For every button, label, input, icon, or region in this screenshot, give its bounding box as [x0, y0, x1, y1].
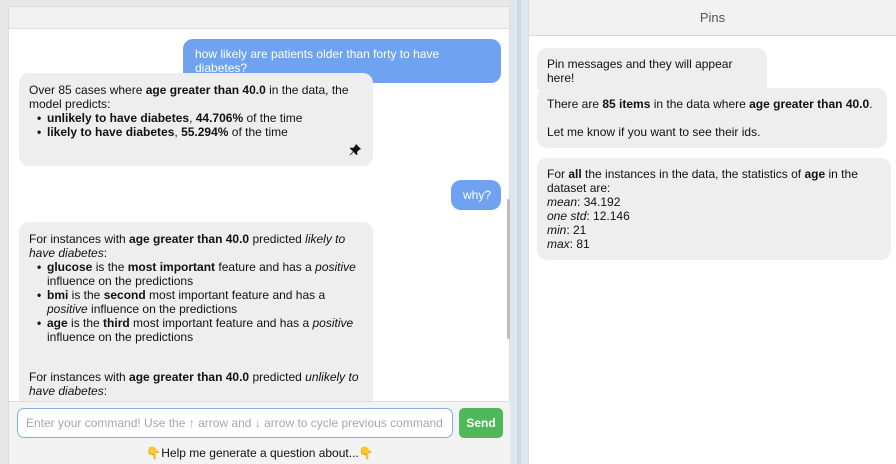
text-segment: age	[804, 167, 826, 181]
text-segment: .	[869, 97, 873, 111]
text-segment: age greater than 40.0	[749, 97, 870, 111]
text-segment: 55.294%	[181, 125, 229, 139]
text-segment: influence on the predictions	[87, 302, 238, 316]
user-message-text: how likely are patients older than forty…	[195, 47, 440, 75]
pin-card-text: Let me know if you want to see their ids…	[547, 125, 761, 139]
list-item: glucose is the most important feature an…	[37, 260, 363, 288]
text-segment: influence on the predictions	[47, 330, 194, 344]
command-input[interactable]	[17, 408, 453, 438]
pin-card-text: Pin messages and they will appear here!	[547, 57, 733, 85]
command-bar: Send 👇Help me generate a question about.…	[9, 401, 511, 464]
stat-std: one std: 12.146	[547, 209, 881, 223]
text-segment: min	[547, 223, 567, 237]
bot-message: Over 85 cases where age greater than 40.…	[19, 73, 373, 166]
panel-divider[interactable]	[510, 0, 528, 464]
text-segment: : 34.192	[577, 195, 621, 209]
text-segment: :	[103, 246, 108, 260]
chat-topbar	[9, 7, 509, 29]
text-segment: age greater than 40.0	[129, 232, 250, 246]
text-segment: in the data where	[650, 97, 750, 111]
stat-max: max: 81	[547, 237, 881, 251]
text-segment: most important feature and has a	[145, 288, 326, 302]
text-segment: feature and has a	[215, 260, 316, 274]
pin-card: There are 85 items in the data where age…	[537, 88, 887, 148]
pin-card-text: There are 85 items in the data where age…	[547, 97, 877, 111]
bot-message-para: For instances with age greater than 40.0…	[29, 370, 363, 398]
text-segment: For instances with	[29, 370, 130, 384]
text-segment: unlikely to have diabetes	[47, 111, 190, 125]
chat-panel: how likely are patients older than forty…	[8, 6, 511, 464]
text-segment: :	[103, 384, 108, 398]
text-segment: max	[547, 237, 570, 251]
text-segment: positive	[315, 260, 356, 274]
text-segment: : 81	[569, 237, 590, 251]
text-segment: mean	[547, 195, 578, 209]
text-segment: age greater than 40.0	[129, 370, 250, 384]
pointing-down-hand-icon: 👇	[146, 446, 162, 460]
text-segment: third	[103, 316, 130, 330]
stat-min: min: 21	[547, 223, 881, 237]
bot-message-intro: Over 85 cases where age greater than 40.…	[29, 83, 363, 111]
text-segment: positive	[47, 302, 88, 316]
feature-list: glucose is the most important feature an…	[29, 260, 363, 344]
text-segment: For instances with	[29, 232, 130, 246]
text-segment: predicted	[249, 232, 306, 246]
text-segment: most important feature and has a	[129, 316, 313, 330]
text-segment: : 12.146	[586, 209, 630, 223]
pin-icon[interactable]	[349, 144, 361, 156]
text-segment: is the	[68, 288, 104, 302]
text-segment: of the time	[243, 111, 303, 125]
list-item: likely to have diabetes, 55.294% of the …	[37, 125, 363, 139]
stat-mean: mean: 34.192	[547, 195, 881, 209]
text-segment: one std	[547, 209, 587, 223]
text-segment: all	[568, 167, 582, 181]
text-segment: the instances in the data, the statistic…	[581, 167, 805, 181]
text-segment: most important	[127, 260, 216, 274]
list-item: age is the third most important feature …	[37, 316, 363, 344]
text-segment: glucose	[47, 260, 93, 274]
text-segment: 44.706%	[195, 111, 244, 125]
text-segment: 85 items	[602, 97, 651, 111]
text-segment: of the time	[228, 125, 288, 139]
chat-history[interactable]: how likely are patients older than forty…	[9, 29, 511, 401]
divider-handle[interactable]	[517, 0, 521, 464]
text-segment: second	[103, 288, 146, 302]
text-segment: age greater than 40.0	[145, 83, 266, 97]
user-message-text: why?	[463, 188, 492, 202]
bot-message-para: For instances with age greater than 40.0…	[29, 232, 363, 260]
text-segment: influence on the predictions	[47, 274, 194, 288]
text-segment: is the	[67, 316, 104, 330]
text-segment: Over 85 cases where	[29, 83, 146, 97]
text-segment: predicted	[249, 370, 306, 384]
pin-card: For all the instances in the data, the s…	[537, 158, 891, 260]
text-segment: is the	[92, 260, 128, 274]
text-segment: likely to have diabetes	[47, 125, 175, 139]
send-button[interactable]: Send	[459, 408, 503, 438]
pins-panel: Pins Pin messages and they will appear h…	[528, 0, 896, 464]
text-segment: positive	[312, 316, 354, 330]
help-generate-question[interactable]: 👇Help me generate a question about...👇	[9, 446, 511, 460]
pointing-down-hand-icon: 👇	[358, 446, 374, 460]
help-label: Help me generate a question about...	[161, 446, 359, 460]
pins-title: Pins	[529, 0, 896, 36]
text-segment: bmi	[47, 288, 69, 302]
bot-message: For instances with age greater than 40.0…	[19, 222, 373, 401]
text-segment: For	[547, 167, 569, 181]
user-message: why?	[451, 180, 501, 210]
list-item: bmi is the second most important feature…	[37, 288, 363, 316]
pin-card-text: For all the instances in the data, the s…	[547, 167, 881, 195]
text-segment: There are	[547, 97, 603, 111]
text-segment: age	[47, 316, 68, 330]
prediction-list: unlikely to have diabetes, 44.706% of th…	[29, 111, 363, 139]
text-segment: ,	[189, 111, 196, 125]
list-item: unlikely to have diabetes, 44.706% of th…	[37, 111, 363, 125]
text-segment: : 21	[566, 223, 587, 237]
